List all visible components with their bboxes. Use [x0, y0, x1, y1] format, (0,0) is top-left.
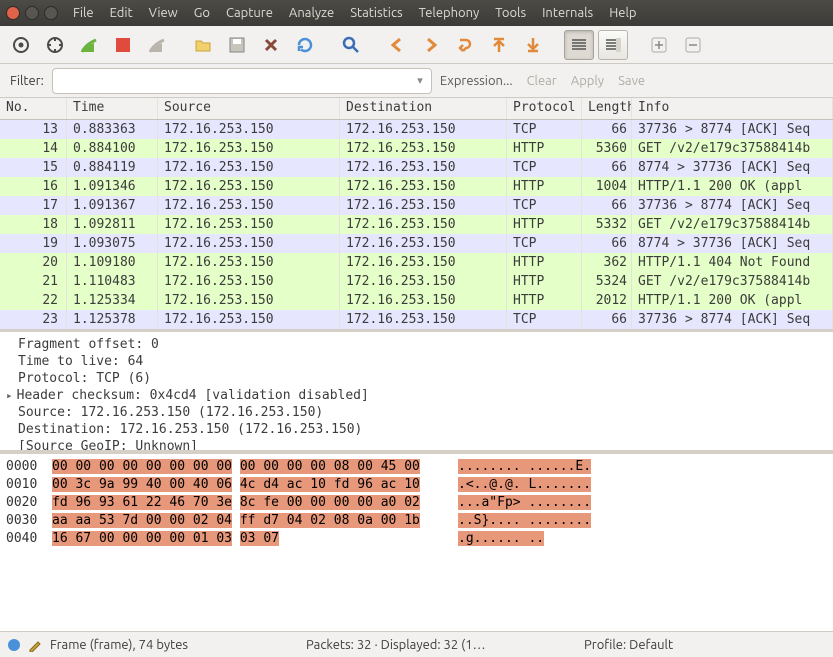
- detail-line[interactable]: Header checksum: 0x4cd4 [validation disa…: [0, 387, 833, 404]
- menu-item-file[interactable]: File: [66, 4, 101, 22]
- col-source[interactable]: Source: [158, 98, 340, 119]
- filter-label: Filter:: [10, 74, 44, 88]
- main-toolbar: [0, 26, 833, 64]
- restart-capture-button[interactable]: [142, 30, 172, 60]
- close-file-button[interactable]: [256, 30, 286, 60]
- menu-item-view[interactable]: View: [142, 4, 185, 22]
- find-button[interactable]: [336, 30, 366, 60]
- status-frame: Frame (frame), 74 bytes: [50, 638, 188, 652]
- apply-button[interactable]: Apply: [571, 74, 604, 88]
- menu-item-telephony[interactable]: Telephony: [412, 4, 487, 22]
- maximize-icon[interactable]: [44, 6, 58, 20]
- filter-input[interactable]: ▾: [52, 68, 432, 94]
- filter-bar: Filter: ▾ Expression... Clear Apply Save: [0, 64, 833, 98]
- detail-line[interactable]: Protocol: TCP (6): [0, 370, 833, 387]
- packet-row[interactable]: 150.884119172.16.253.150172.16.253.150TC…: [0, 158, 833, 177]
- menu-item-statistics[interactable]: Statistics: [343, 4, 409, 22]
- colorize-button[interactable]: [564, 30, 594, 60]
- packet-list-pane: No. Time Source Destination Protocol Len…: [0, 98, 833, 329]
- menu-item-internals[interactable]: Internals: [535, 4, 600, 22]
- packet-row[interactable]: 140.884100172.16.253.150172.16.253.150HT…: [0, 139, 833, 158]
- menu-item-help[interactable]: Help: [602, 4, 643, 22]
- auto-scroll-button[interactable]: [598, 30, 628, 60]
- packet-list-header[interactable]: No. Time Source Destination Protocol Len…: [0, 98, 833, 120]
- menu-item-capture[interactable]: Capture: [219, 4, 280, 22]
- menu-item-go[interactable]: Go: [187, 4, 217, 22]
- menu-item-edit[interactable]: Edit: [103, 4, 140, 22]
- detail-line[interactable]: Source: 172.16.253.150 (172.16.253.150): [0, 404, 833, 421]
- menu-item-analyze[interactable]: Analyze: [282, 4, 341, 22]
- col-time[interactable]: Time: [67, 98, 158, 119]
- go-back-button[interactable]: [382, 30, 412, 60]
- menu-item-tools[interactable]: Tools: [488, 4, 533, 22]
- go-forward-button[interactable]: [416, 30, 446, 60]
- options-button[interactable]: [40, 30, 70, 60]
- reload-button[interactable]: [290, 30, 320, 60]
- start-capture-button[interactable]: [74, 30, 104, 60]
- zoom-out-button[interactable]: [678, 30, 708, 60]
- status-packets: Packets: 32 · Displayed: 32 (1…: [306, 638, 566, 652]
- stop-capture-button[interactable]: [108, 30, 138, 60]
- packet-row[interactable]: 201.109180172.16.253.150172.16.253.150HT…: [0, 253, 833, 272]
- interfaces-button[interactable]: [6, 30, 36, 60]
- detail-line[interactable]: Time to live: 64: [0, 353, 833, 370]
- expression-button[interactable]: Expression...: [440, 74, 513, 88]
- hex-row[interactable]: 004016 67 00 00 00 00 01 03 03 07.g.....…: [6, 530, 827, 548]
- packet-row[interactable]: 171.091367172.16.253.150172.16.253.150TC…: [0, 196, 833, 215]
- save-filter-button[interactable]: Save: [618, 74, 645, 88]
- edit-icon[interactable]: [28, 638, 42, 652]
- jump-button[interactable]: [450, 30, 480, 60]
- packet-row[interactable]: 191.093075172.16.253.150172.16.253.150TC…: [0, 234, 833, 253]
- packet-details-pane[interactable]: Fragment offset: 0Time to live: 64Protoc…: [0, 329, 833, 451]
- col-destination[interactable]: Destination: [340, 98, 507, 119]
- hex-row[interactable]: 000000 00 00 00 00 00 00 00 00 00 00 00 …: [6, 458, 827, 476]
- go-first-button[interactable]: [484, 30, 514, 60]
- packet-bytes-pane[interactable]: 000000 00 00 00 00 00 00 00 00 00 00 00 …: [0, 451, 833, 631]
- hex-row[interactable]: 001000 3c 9a 99 40 00 40 06 4c d4 ac 10 …: [6, 476, 827, 494]
- menubar: FileEditViewGoCaptureAnalyzeStatisticsTe…: [66, 4, 643, 22]
- go-last-button[interactable]: [518, 30, 548, 60]
- detail-line[interactable]: Fragment offset: 0: [0, 336, 833, 353]
- packet-row[interactable]: 221.125334172.16.253.150172.16.253.150HT…: [0, 291, 833, 310]
- packet-row[interactable]: 231.125378172.16.253.150172.16.253.150TC…: [0, 310, 833, 329]
- chevron-down-icon[interactable]: ▾: [417, 74, 423, 87]
- detail-line[interactable]: [Source GeoIP: Unknown]: [0, 438, 833, 451]
- status-profile[interactable]: Profile: Default: [584, 638, 673, 652]
- packet-row[interactable]: 161.091346172.16.253.150172.16.253.150HT…: [0, 177, 833, 196]
- titlebar: FileEditViewGoCaptureAnalyzeStatisticsTe…: [0, 0, 833, 26]
- col-no[interactable]: No.: [0, 98, 67, 119]
- clear-button[interactable]: Clear: [527, 74, 557, 88]
- expert-info-icon[interactable]: [8, 639, 20, 651]
- status-bar: Frame (frame), 74 bytes Packets: 32 · Di…: [0, 631, 833, 657]
- hex-row[interactable]: 0020fd 96 93 61 22 46 70 3e 8c fe 00 00 …: [6, 494, 827, 512]
- zoom-in-button[interactable]: [644, 30, 674, 60]
- detail-line[interactable]: Destination: 172.16.253.150 (172.16.253.…: [0, 421, 833, 438]
- col-info[interactable]: Info: [632, 98, 833, 119]
- open-file-button[interactable]: [188, 30, 218, 60]
- packet-row[interactable]: 181.092811172.16.253.150172.16.253.150HT…: [0, 215, 833, 234]
- col-length[interactable]: Length: [582, 98, 632, 119]
- packet-row[interactable]: 211.110483172.16.253.150172.16.253.150HT…: [0, 272, 833, 291]
- col-protocol[interactable]: Protocol: [507, 98, 582, 119]
- close-icon[interactable]: [6, 6, 20, 20]
- packet-row[interactable]: 130.883363172.16.253.150172.16.253.150TC…: [0, 120, 833, 139]
- save-file-button[interactable]: [222, 30, 252, 60]
- minimize-icon[interactable]: [25, 6, 39, 20]
- hex-row[interactable]: 0030aa aa 53 7d 00 00 02 04 ff d7 04 02 …: [6, 512, 827, 530]
